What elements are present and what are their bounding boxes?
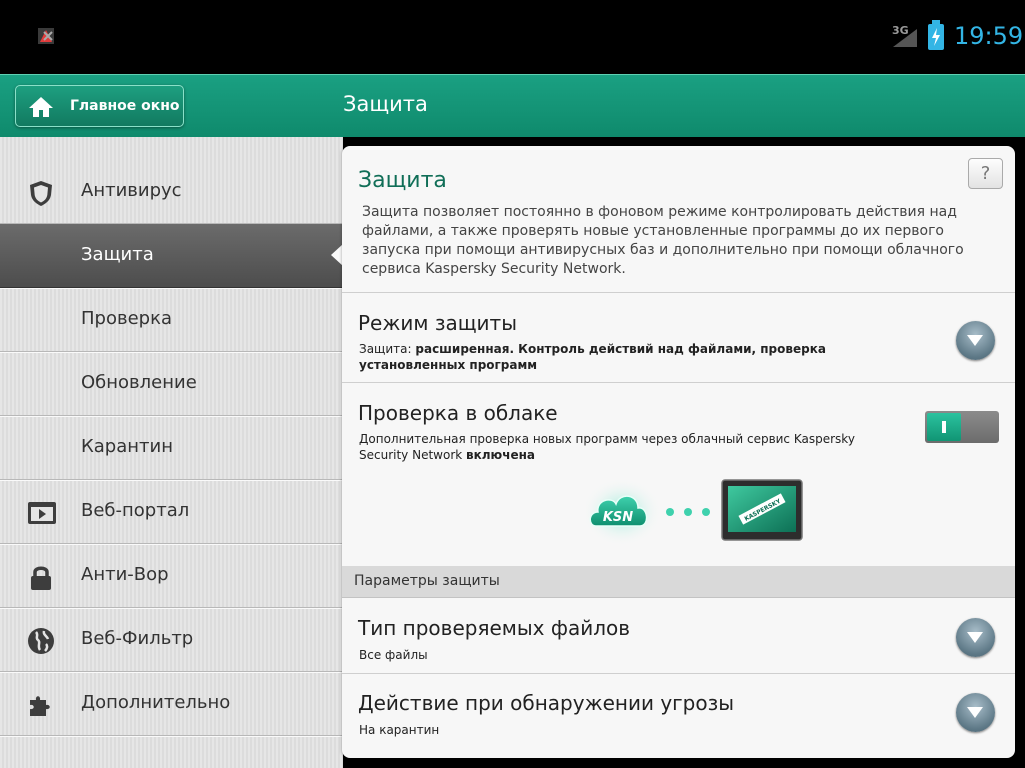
sidebar-item-label: Антивирус [81,180,182,201]
sidebar-item-scan[interactable]: Проверка [0,288,343,352]
sidebar-item-label: Анти-Вор [81,564,169,585]
battery-icon [928,20,944,50]
sidebar-item-label: Карантин [81,436,173,457]
cloud-check-title: Проверка в облаке [358,401,558,425]
sidebar-item-protection[interactable]: Защита [0,224,343,288]
file-types-title: Тип проверяемых файлов [358,616,631,640]
protection-mode-title: Режим защиты [358,311,517,335]
puzzle-icon [30,696,50,716]
threat-action-title: Действие при обнаружении угрозы [358,691,735,715]
help-button[interactable]: ? [968,158,1003,189]
file-types-dropdown-button[interactable] [956,618,995,657]
clock: 19:59 [954,22,1024,50]
threat-action-value: На карантин [359,723,440,737]
sidebar-item-web-filter[interactable]: Веб-Фильтр [0,608,343,672]
file-types-value: Все файлы [359,648,428,662]
status-bar: 3G 19:59 [0,0,1025,74]
signal-icon [893,29,917,47]
section-description: Защита позволяет постоянно в фоновом реж… [362,204,964,277]
file-types-row[interactable]: Тип проверяемых файлов Все файлы [342,598,1015,674]
protection-mode-row[interactable]: Режим защиты Защита: расширенная. Контро… [342,293,1015,383]
protection-mode-dropdown-button[interactable] [956,321,995,360]
toggle-knob [927,413,961,441]
sidebar-item-label: Защита [81,244,154,265]
page-title: Защита [343,92,428,116]
cloud-check-description: Дополнительная проверка новых программ ч… [359,431,899,463]
sidebar-item-quarantine[interactable]: Карантин [0,416,343,480]
cloud-check-prefix: Дополнительная проверка новых программ ч… [359,432,855,462]
ksn-cloud-illustration: KSN KASPERSKY [586,478,803,546]
sidebar-item-label: Обновление [81,372,197,393]
sidebar-item-label: Проверка [81,308,172,329]
protection-mode-value: Защита: расширенная. Контроль действий н… [359,341,929,373]
lock-icon [31,566,51,590]
protection-mode-prefix: Защита: [359,342,412,356]
sidebar-item-label: Веб-портал [81,500,190,521]
sidebar-item-label: Дополнительно [81,692,231,713]
ksn-label: KSN [603,510,633,525]
sidebar-item-additional[interactable]: Дополнительно [0,672,343,736]
sidebar-item-update[interactable]: Обновление [0,352,343,416]
main-panel: Защита Защита позволяет постоянно в фоно… [342,146,1015,758]
params-section-title: Параметры защиты [354,573,500,589]
sidebar-item-web-portal[interactable]: Веб-портал [0,480,343,544]
sidebar-item-label: Веб-Фильтр [81,628,194,649]
cloud-check-state: включена [466,448,535,462]
home-button[interactable]: Главное окно [15,85,184,127]
params-section-header: Параметры защиты [342,566,1015,598]
threat-action-row[interactable]: Действие при обнаружении угрозы На каран… [342,674,1015,758]
sidebar-item-anti-theft[interactable]: Анти-Вор [0,544,343,608]
home-icon [29,97,53,117]
protection-mode-setting: расширенная. Контроль действий над файла… [359,342,826,372]
kaspersky-notification-icon [38,28,54,44]
shield-icon [30,181,52,206]
intro-section: Защита Защита позволяет постоянно в фоно… [342,146,1015,293]
sidebar: Антивирус Защита Проверка Обновление Кар… [0,137,343,768]
section-title: Защита [358,168,447,193]
cloud-check-toggle[interactable] [925,411,999,443]
app-header: Главное окно Защита [0,74,1025,137]
home-button-label: Главное окно [70,98,180,114]
threat-action-dropdown-button[interactable] [956,693,995,732]
sidebar-item-antivirus[interactable]: Антивирус [0,160,343,224]
web-portal-icon [28,502,56,524]
globe-icon [28,628,54,654]
